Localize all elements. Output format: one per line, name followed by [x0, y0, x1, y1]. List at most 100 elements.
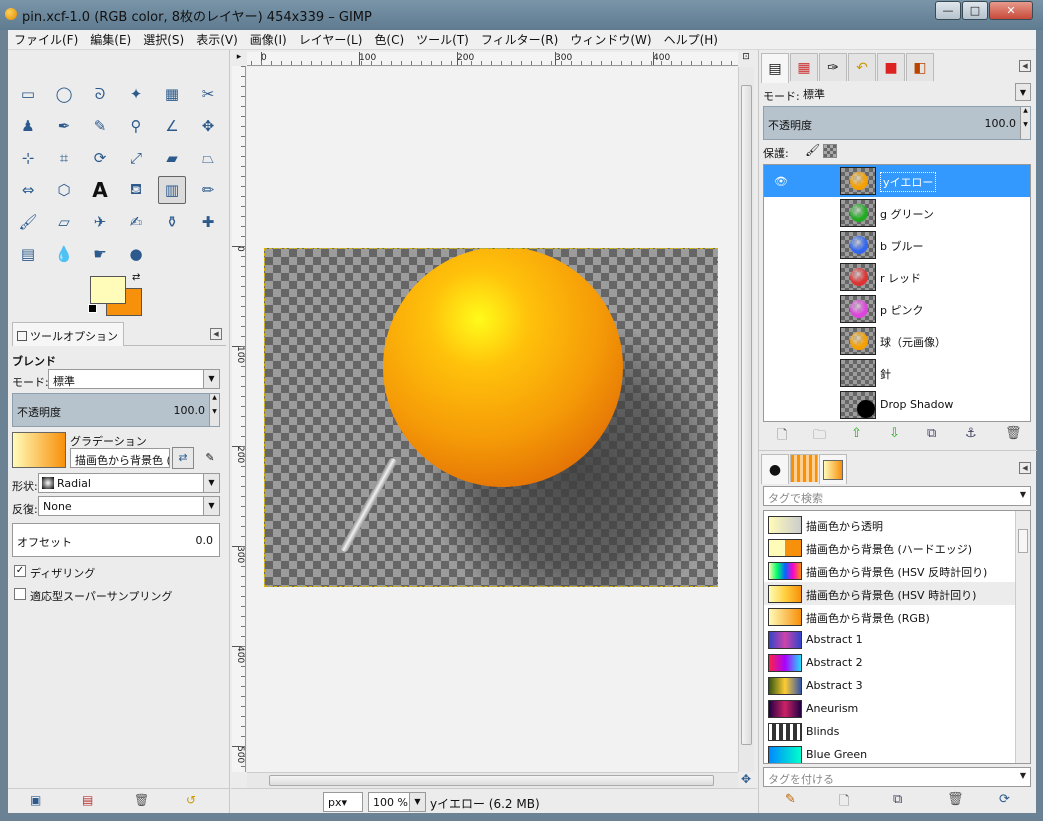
layer-opacity-slider[interactable]: 不透明度 100.0 ▲ ▼ — [763, 106, 1031, 140]
free-select-icon[interactable]: ᘐ — [86, 80, 114, 108]
menu-item[interactable]: 色(C) — [368, 30, 410, 50]
horizontal-scroll-thumb[interactable] — [269, 775, 714, 786]
lower-layer-icon[interactable]: ⇩ — [889, 426, 900, 441]
tab-patterns[interactable] — [790, 454, 818, 482]
reset-options-icon[interactable]: ↺ — [186, 793, 196, 807]
ink-icon[interactable]: ✍ — [122, 208, 150, 236]
menu-item[interactable]: 編集(E) — [84, 30, 137, 50]
canvas-workspace[interactable] — [247, 67, 738, 772]
blend-icon[interactable]: ▥ — [158, 176, 186, 204]
layer-row[interactable]: p ピンク — [764, 293, 1030, 325]
menu-item[interactable]: 選択(S) — [137, 30, 190, 50]
panel-menu-icon[interactable]: ◀ — [1019, 462, 1031, 474]
paths-icon[interactable]: ✒ — [50, 112, 78, 140]
shape-select[interactable]: Radial ▼ — [38, 473, 220, 493]
tab-brushes[interactable]: ◧ — [906, 53, 934, 81]
delete-gradient-icon[interactable]: 🗑 — [947, 792, 964, 807]
color-select-icon[interactable]: ▦ — [158, 80, 186, 108]
tab-undo-history[interactable]: ↶ — [848, 53, 876, 81]
new-gradient-icon[interactable]: 🗋 — [839, 792, 849, 814]
swap-colors-icon[interactable]: ⇄ — [132, 272, 140, 283]
reverse-gradient-button[interactable]: ⇄ — [172, 447, 194, 469]
vertical-scrollbar[interactable] — [738, 67, 754, 772]
tab-layers[interactable]: ▤ — [761, 53, 789, 83]
dither-checkbox[interactable]: ✓ — [14, 565, 26, 577]
gradient-item[interactable]: Aneurism — [764, 697, 1016, 720]
bucket-fill-icon[interactable]: ⛾ — [122, 176, 150, 204]
save-options-icon[interactable]: ▣ — [30, 793, 41, 807]
crop-icon[interactable]: ⌗ — [50, 144, 78, 172]
unit-select[interactable]: px▾ — [323, 792, 363, 812]
opacity-slider[interactable]: 不透明度 100.0 ▲ ▼ — [12, 393, 220, 427]
new-layer-group-icon[interactable]: 🗀 — [813, 426, 826, 448]
delete-layer-icon[interactable]: 🗑 — [1005, 426, 1022, 441]
layer-row[interactable]: g グリーン — [764, 197, 1030, 229]
panel-menu-icon[interactable]: ◀ — [1019, 60, 1031, 72]
layer-opacity-spinner[interactable]: ▲ ▼ — [1020, 107, 1030, 139]
duplicate-gradient-icon[interactable]: ⧉ — [893, 792, 902, 807]
rect-select-icon[interactable]: ▭ — [14, 80, 42, 108]
layer-row[interactable]: 針 — [764, 357, 1030, 389]
perspective-icon[interactable]: ⏢ — [194, 144, 222, 172]
menu-item[interactable]: ファイル(F) — [8, 30, 84, 50]
quick-mask-menu-icon[interactable]: ▸ — [232, 52, 246, 66]
new-layer-icon[interactable]: 🗋 — [777, 426, 787, 448]
zoom-to-fit-icon[interactable]: ⊡ — [738, 52, 754, 66]
tab-colormap[interactable]: ■ — [877, 53, 905, 81]
measure-icon[interactable]: ∠ — [158, 112, 186, 140]
gradient-item[interactable]: 描画色から背景色 (HSV 時計回り) — [764, 582, 1016, 605]
gradient-item[interactable]: 描画色から背景色 (RGB) — [764, 605, 1016, 628]
blur-icon[interactable]: 💧 — [50, 240, 78, 268]
default-colors-icon[interactable] — [88, 304, 97, 313]
lock-alpha-icon[interactable] — [823, 144, 837, 158]
tab-brushes-lower[interactable]: ● — [761, 454, 789, 484]
gradient-list-scrollbar[interactable] — [1015, 511, 1030, 763]
navigate-icon[interactable]: ✥ — [738, 772, 754, 788]
menu-item[interactable]: ツール(T) — [410, 30, 475, 50]
lock-pixels-icon[interactable]: 🖌 — [805, 143, 820, 157]
clone-icon[interactable]: ⚱ — [158, 208, 186, 236]
layer-row[interactable]: 👁 yイエロー — [764, 165, 1030, 197]
repeat-select[interactable]: None ▼ — [38, 496, 220, 516]
horizontal-scrollbar[interactable] — [247, 772, 738, 788]
menu-item[interactable]: ウィンドウ(W) — [564, 30, 657, 50]
ellipse-select-icon[interactable]: ◯ — [50, 80, 78, 108]
vertical-ruler[interactable]: 0 100 200 300 400 500 — [232, 66, 246, 772]
move-icon[interactable]: ✥ — [194, 112, 222, 140]
menu-item[interactable]: 画像(I) — [244, 30, 293, 50]
scissors-icon[interactable]: ✂ — [194, 80, 222, 108]
gradient-item[interactable]: Blinds — [764, 720, 1016, 743]
layer-mode-select[interactable]: 標準 ▼ — [799, 83, 1031, 103]
gradient-item[interactable]: 描画色から背景色 (ハードエッジ) — [764, 536, 1016, 559]
gradient-name-field[interactable]: 描画色から背景色 (H — [70, 448, 170, 468]
fuzzy-select-icon[interactable]: ✦ — [122, 80, 150, 108]
image-canvas[interactable] — [264, 248, 718, 587]
airbrush-icon[interactable]: ✈ — [86, 208, 114, 236]
horizontal-ruler[interactable]: 0 100 200 300 400 — [247, 52, 738, 66]
restore-options-icon[interactable]: ▤ — [82, 793, 93, 807]
refresh-gradients-icon[interactable]: ⟳ — [999, 792, 1010, 807]
layer-row[interactable]: b ブルー — [764, 229, 1030, 261]
menu-item[interactable]: フィルター(R) — [475, 30, 564, 50]
tab-paths[interactable]: ✑ — [819, 53, 847, 81]
dodge-burn-icon[interactable]: ● — [122, 240, 150, 268]
align-icon[interactable]: ⊹ — [14, 144, 42, 172]
minimize-button[interactable]: — — [935, 1, 961, 20]
perspective-clone-icon[interactable]: ▤ — [14, 240, 42, 268]
eraser-icon[interactable]: ▱ — [50, 208, 78, 236]
zoom-icon[interactable]: ⚲ — [122, 112, 150, 140]
layer-row[interactable]: Drop Shadow — [764, 389, 1030, 421]
gradient-scroll-thumb[interactable] — [1018, 529, 1028, 553]
mode-select[interactable]: 標準 ▼ — [48, 369, 220, 389]
raise-layer-icon[interactable]: ⇧ — [851, 426, 862, 441]
opacity-spinner[interactable]: ▲ ▼ — [209, 394, 219, 426]
menu-item[interactable]: ヘルプ(H) — [658, 30, 724, 50]
menu-item[interactable]: レイヤー(L) — [293, 30, 369, 50]
foreground-select-icon[interactable]: ♟ — [14, 112, 42, 140]
foreground-color[interactable] — [90, 276, 126, 304]
cage-icon[interactable]: ⬡ — [50, 176, 78, 204]
eye-icon[interactable]: 👁 — [774, 175, 788, 188]
tab-gradients[interactable] — [819, 454, 847, 484]
gradient-item[interactable]: Abstract 2 — [764, 651, 1016, 674]
vertical-scroll-thumb[interactable] — [741, 85, 752, 745]
